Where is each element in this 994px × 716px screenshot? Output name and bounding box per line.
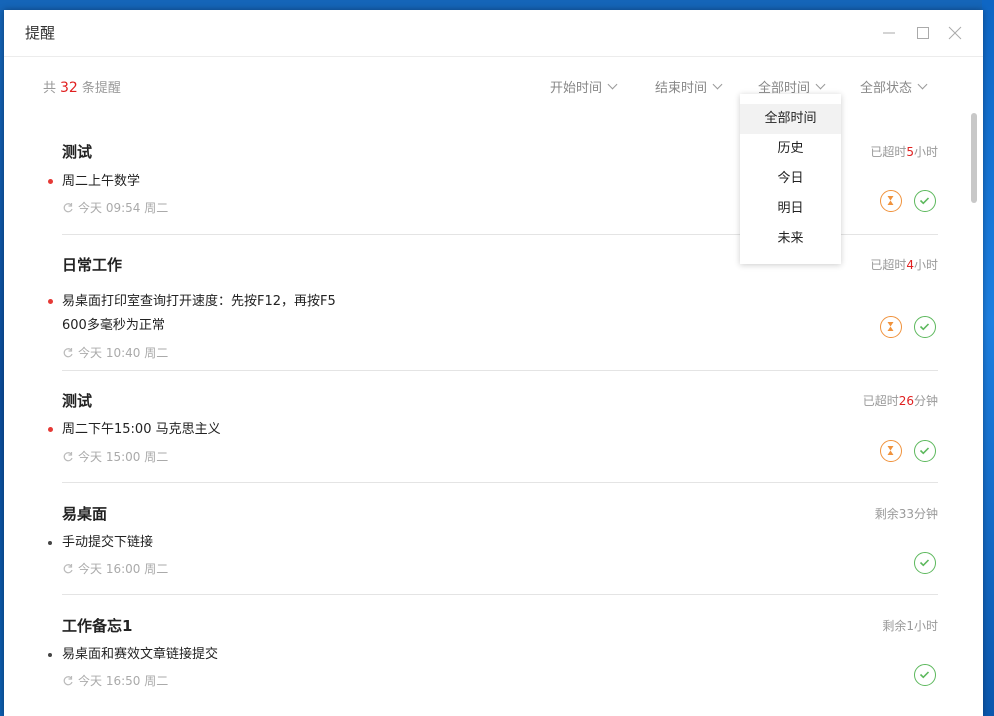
dropdown-option-today[interactable]: 今日 (740, 164, 841, 194)
bullet-dot (48, 179, 53, 184)
repeat-icon (63, 348, 73, 358)
reminder-count: 共 32 条提醒 (43, 77, 121, 96)
reminder-time-text: 今天 10:40 周二 (78, 346, 169, 360)
chevron-down-icon (712, 79, 723, 90)
status-suffix: 小时 (913, 145, 938, 159)
repeat-icon (63, 452, 73, 462)
end-time-filter[interactable]: 结束时间 (655, 77, 723, 96)
reminder-title: 测试 (62, 392, 93, 410)
status-prefix: 已超时 (862, 394, 899, 408)
reminder-time-text: 今天 09:54 周二 (78, 201, 169, 215)
check-icon[interactable] (914, 552, 936, 574)
dropdown-option-tomorrow[interactable]: 明日 (740, 194, 841, 224)
dropdown-option-history[interactable]: 历史 (740, 134, 841, 164)
time-range-dropdown: 全部时间 历史 今日 明日 未来 (740, 94, 841, 264)
filter-label: 开始时间 (550, 81, 603, 96)
list-scrollbar[interactable] (971, 113, 977, 203)
reminder-title: 日常工作 (62, 256, 123, 274)
reminder-content: 易桌面和赛效文章链接提交 (62, 647, 219, 662)
reminder-time: 今天 16:50 周二 (62, 672, 168, 689)
count-prefix: 共 (43, 81, 57, 96)
maximize-icon[interactable] (912, 22, 934, 44)
status-text: 剩余33分钟 (874, 507, 938, 521)
status-suffix: 小时 (913, 258, 938, 272)
status-filter[interactable]: 全部状态 (860, 77, 928, 96)
chevron-down-icon (607, 79, 618, 90)
reminder-item[interactable]: 日常工作 已超时4小时 易桌面打印室查询打开速度：先按F12，再按F5 600多… (48, 254, 938, 371)
repeat-icon (63, 676, 73, 686)
status-suffix: 分钟 (913, 394, 938, 408)
filter-label: 全部状态 (860, 81, 913, 96)
minimize-icon[interactable] (878, 22, 900, 44)
reminder-item[interactable]: 工作备忘1 剩余1小时 易桌面和赛效文章链接提交 今天 16:50 周二 (48, 615, 938, 710)
bullet-dot (48, 427, 53, 432)
status-text: 已超时26分钟 (863, 392, 938, 409)
reminder-time-text: 今天 15:00 周二 (78, 450, 169, 464)
reminder-content: 600多毫秒为正常 (62, 318, 165, 333)
check-icon[interactable] (914, 316, 936, 338)
reminder-time: 今天 16:00 周二 (62, 560, 168, 577)
status-prefix: 已超时 (870, 145, 907, 159)
title-bar: 提醒 (4, 10, 983, 57)
count-suffix: 条提醒 (81, 81, 121, 96)
desktop-background (982, 0, 994, 716)
window-title: 提醒 (25, 24, 56, 42)
status-prefix: 已超时 (870, 258, 907, 272)
check-icon[interactable] (914, 190, 936, 212)
status-value: 5 (906, 145, 914, 159)
bullet-dot (48, 541, 52, 545)
status-text: 剩余1小时 (882, 619, 938, 633)
hourglass-icon[interactable] (880, 190, 902, 212)
dropdown-option-future[interactable]: 未来 (740, 224, 841, 254)
check-icon[interactable] (914, 664, 936, 686)
filter-label: 结束时间 (655, 81, 708, 96)
reminder-time: 今天 10:40 周二 (62, 344, 168, 361)
reminder-content: 周二下午15:00 马克思主义 (62, 422, 221, 437)
reminder-title: 工作备忘1 (62, 617, 133, 635)
hourglass-icon[interactable] (880, 440, 902, 462)
status-text: 已超时5小时 (870, 143, 938, 160)
reminder-window: 提醒 共 32 条提醒 开始时间 结束时间 全部时间 全部状态 测试 已超时5小时 … (4, 10, 983, 716)
reminder-time-text: 今天 16:00 周二 (78, 562, 169, 576)
reminder-item[interactable]: 易桌面 剩余33分钟 手动提交下链接 今天 16:00 周二 (48, 503, 938, 595)
reminder-time-text: 今天 16:50 周二 (78, 674, 169, 688)
reminder-content: 易桌面打印室查询打开速度：先按F12，再按F5 (62, 294, 336, 309)
reminder-time: 今天 09:54 周二 (62, 199, 168, 216)
repeat-icon (63, 203, 73, 213)
count-value: 32 (60, 80, 78, 96)
status-value: 26 (898, 394, 914, 408)
start-time-filter[interactable]: 开始时间 (550, 77, 618, 96)
status-text: 已超时4小时 (870, 256, 938, 273)
chevron-down-icon (917, 79, 928, 90)
hourglass-icon[interactable] (880, 316, 902, 338)
bullet-dot (48, 653, 52, 657)
reminder-title: 易桌面 (62, 505, 108, 523)
bullet-dot (48, 299, 53, 304)
reminder-item[interactable]: 测试 已超时26分钟 周二下午15:00 马克思主义 今天 15:00 周二 (48, 390, 938, 483)
reminder-time: 今天 15:00 周二 (62, 448, 168, 465)
reminder-title: 测试 (62, 143, 93, 161)
close-icon[interactable] (944, 22, 966, 44)
check-icon[interactable] (914, 440, 936, 462)
repeat-icon (63, 564, 73, 574)
reminder-content: 周二上午数学 (62, 174, 141, 189)
status-value: 4 (906, 258, 914, 272)
reminder-content: 手动提交下链接 (62, 535, 154, 550)
dropdown-option-all-time[interactable]: 全部时间 (740, 104, 841, 134)
chevron-down-icon (815, 79, 826, 90)
